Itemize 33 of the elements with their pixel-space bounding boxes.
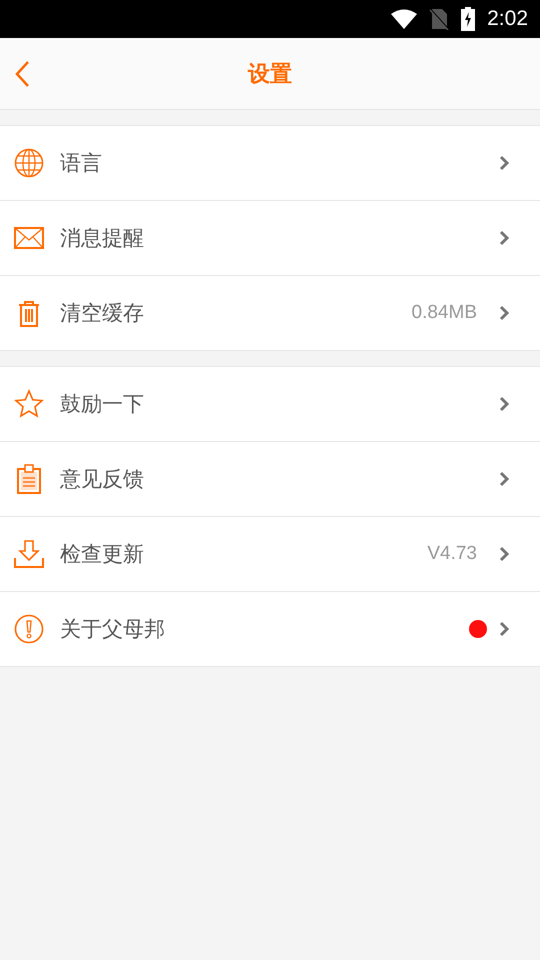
- chevron-right-icon: [499, 396, 510, 412]
- setting-label: 鼓励一下: [60, 391, 145, 418]
- battery-icon: [461, 7, 476, 31]
- setting-label: 检查更新: [60, 541, 145, 568]
- settings-row[interactable]: 消息提醒: [0, 201, 540, 276]
- settings-row[interactable]: 关于父母邦: [0, 592, 540, 667]
- globe-icon: [14, 148, 44, 178]
- settings-row[interactable]: 意见反馈: [0, 442, 540, 517]
- setting-value: V4.73: [427, 543, 477, 565]
- clock-time: 2:02: [487, 7, 528, 31]
- setting-label: 消息提醒: [60, 225, 145, 252]
- setting-label: 清空缓存: [60, 300, 145, 327]
- chevron-right-icon: [499, 305, 510, 321]
- clipboard-icon: [14, 464, 44, 494]
- settings-row[interactable]: 清空缓存 0.84MB: [0, 276, 540, 351]
- settings-row[interactable]: 语言: [0, 126, 540, 201]
- chevron-right-icon: [499, 155, 510, 171]
- setting-label: 关于父母邦: [60, 616, 166, 643]
- download-icon: [14, 539, 44, 569]
- wifi-icon: [391, 9, 418, 29]
- setting-label: 语言: [60, 150, 103, 177]
- info-icon: [14, 614, 44, 644]
- chevron-right-icon: [499, 471, 510, 487]
- no-sim-icon: [429, 8, 450, 30]
- chevron-right-icon: [499, 230, 510, 246]
- chevron-right-icon: [499, 621, 510, 637]
- star-icon: [14, 389, 44, 419]
- settings-row[interactable]: 检查更新 V4.73: [0, 517, 540, 592]
- setting-value: 0.84MB: [412, 302, 477, 324]
- page-title: 设置: [248, 60, 292, 88]
- settings-row[interactable]: 鼓励一下: [0, 367, 540, 442]
- chevron-right-icon: [499, 546, 510, 562]
- setting-label: 意见反馈: [60, 466, 145, 493]
